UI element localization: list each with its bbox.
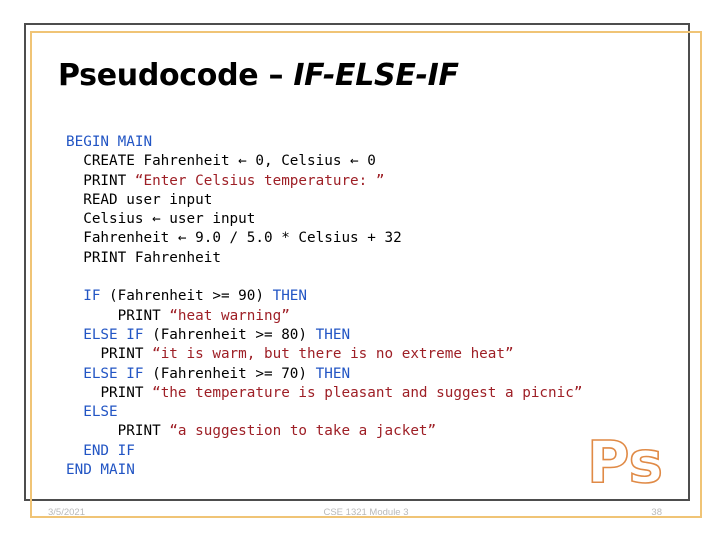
slide-footer: 3/5/2021 CSE 1321 Module 3 38 [32, 505, 700, 521]
code-line: IF (Fahrenheit >= 90) THEN [66, 287, 582, 306]
svg-text:Ps: Ps [587, 430, 663, 492]
code-line: READ user input [66, 191, 582, 210]
code-text: PRINT [83, 172, 135, 189]
code-keyword: BEGIN MAIN [66, 134, 153, 150]
photoshop-ps-logo: Ps [585, 430, 685, 492]
code-text: PRINT Fahrenheit [83, 249, 221, 266]
code-line: Celsius ← user input [66, 210, 582, 229]
code-text: (Fahrenheit >= 70) [143, 365, 316, 382]
code-keyword: END MAIN [66, 462, 135, 479]
code-string: “heat warning” [169, 307, 290, 324]
code-keyword: THEN [272, 288, 308, 305]
code-text: PRINT [117, 423, 170, 440]
code-keyword: END IF [83, 442, 135, 459]
page-title: Pseudocode – IF-ELSE-IF [58, 58, 459, 93]
code-line: PRINT “heat warning” [66, 307, 582, 326]
code-keyword: THEN [315, 365, 351, 382]
code-string: “a suggestion to take a jacket” [169, 423, 437, 440]
code-keyword: ELSE IF [83, 365, 144, 382]
code-text: PRINT [100, 346, 153, 363]
code-keyword: THEN [315, 326, 351, 343]
code-keyword: ELSE IF [83, 326, 144, 343]
code-line: END MAIN [66, 461, 582, 480]
code-text: Fahrenheit ← 9.0 / 5.0 * Celsius + 32 [83, 230, 402, 247]
footer-course: CSE 1321 Module 3 [323, 507, 409, 518]
code-line: Fahrenheit ← 9.0 / 5.0 * Celsius + 32 [66, 229, 582, 248]
code-line: ELSE [66, 403, 582, 422]
code-keyword: ELSE [83, 404, 118, 421]
code-string: “it is warm, but there is no extreme hea… [152, 346, 514, 363]
code-text: CREATE Fahrenheit ← 0, Celsius ← 0 [83, 153, 376, 170]
code-text: READ user input [83, 191, 213, 208]
code-line: PRINT “a suggestion to take a jacket” [66, 422, 582, 441]
code-line: END IF [66, 442, 582, 461]
code-line: ELSE IF (Fahrenheit >= 80) THEN [66, 326, 582, 345]
code-text: (Fahrenheit >= 80) [143, 326, 316, 343]
code-text: Celsius ← user input [83, 211, 256, 228]
footer-page-number: 38 [651, 507, 662, 518]
code-line: BEGIN MAIN [66, 133, 582, 152]
code-text: PRINT [100, 384, 153, 401]
code-keyword: IF [83, 288, 101, 305]
code-line: ELSE IF (Fahrenheit >= 70) THEN [66, 365, 582, 384]
code-line: PRINT “Enter Celsius temperature: ” [66, 172, 582, 191]
code-line: PRINT Fahrenheit [66, 249, 582, 268]
code-string: “Enter Celsius temperature: ” [134, 172, 385, 189]
page-title-plain: Pseudocode – [58, 58, 294, 93]
slide-canvas: Pseudocode – IF-ELSE-IF BEGIN MAIN CREAT… [0, 0, 720, 540]
code-text: (Fahrenheit >= 90) [100, 288, 273, 305]
code-string: “the temperature is pleasant and suggest… [152, 384, 583, 401]
code-text: PRINT [117, 307, 170, 324]
pseudocode-block: BEGIN MAIN CREATE Fahrenheit ← 0, Celsiu… [66, 133, 582, 480]
page-title-italic: IF-ELSE-IF [293, 58, 459, 93]
code-line: PRINT “the temperature is pleasant and s… [66, 384, 582, 403]
code-line: PRINT “it is warm, but there is no extre… [66, 345, 582, 364]
code-line: CREATE Fahrenheit ← 0, Celsius ← 0 [66, 152, 582, 171]
